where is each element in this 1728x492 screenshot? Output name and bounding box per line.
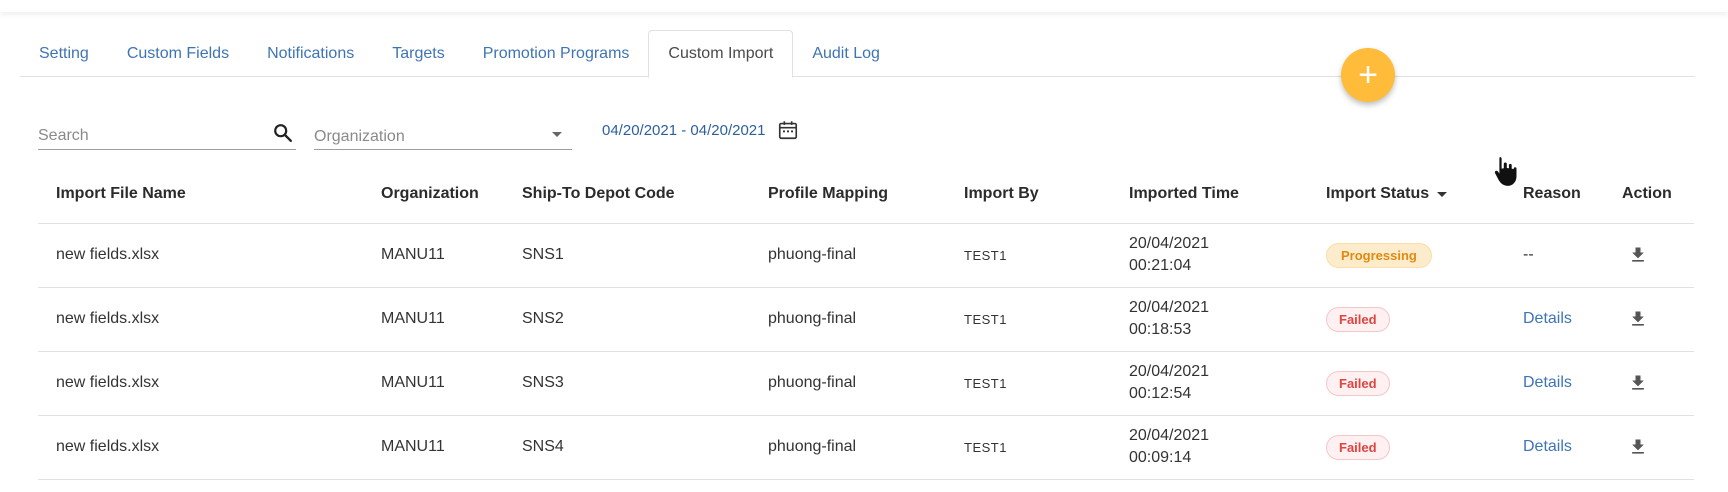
details-link[interactable]: Details — [1523, 310, 1572, 327]
status-badge: Failed — [1326, 306, 1390, 332]
column-header-file-name: Import File Name — [38, 166, 363, 224]
sort-caret-icon[interactable] — [1437, 191, 1448, 197]
tab-custom-import[interactable]: Custom Import — [648, 30, 794, 78]
cell-depot-code: SNS4 — [504, 415, 750, 480]
cell-import-status: Failed — [1308, 415, 1505, 480]
table-header-row: Import File Name Organization Ship-To De… — [38, 166, 1694, 224]
cell-imported-time: 20/04/2021 00:18:53 — [1111, 287, 1308, 352]
column-header-organization: Organization — [363, 166, 504, 224]
status-badge: Failed — [1326, 434, 1390, 460]
import-table: Import File Name Organization Ship-To De… — [38, 166, 1694, 480]
search-field — [38, 118, 296, 150]
cell-import-status: Failed — [1308, 351, 1505, 416]
cell-depot-code: SNS3 — [504, 351, 750, 416]
date-range-picker[interactable]: 04/20/2021 - 04/20/2021 — [602, 118, 799, 142]
cell-organization: MANU11 — [363, 415, 504, 480]
cell-reason: Details — [1505, 351, 1604, 416]
cell-depot-code: SNS1 — [504, 223, 750, 288]
imported-date: 20/04/2021 — [1129, 363, 1210, 380]
chevron-down-icon — [552, 132, 562, 137]
column-header-action: Action — [1604, 166, 1694, 224]
search-icon[interactable] — [272, 122, 294, 144]
top-app-bar — [0, 0, 1728, 12]
download-icon[interactable] — [1628, 372, 1648, 394]
cell-reason: Details — [1505, 287, 1604, 352]
cell-import-by: TEST1 — [946, 223, 1111, 288]
cell-file-name: new fields.xlsx — [38, 287, 363, 352]
column-header-import-status[interactable]: Import Status — [1308, 166, 1505, 224]
cell-profile-mapping: phuong-final — [750, 351, 946, 416]
details-link[interactable]: Details — [1523, 438, 1572, 455]
imported-time: 00:21:04 — [1129, 257, 1192, 274]
download-icon[interactable] — [1628, 244, 1648, 266]
download-icon[interactable] — [1628, 308, 1648, 330]
cell-import-by: TEST1 — [946, 287, 1111, 352]
table-row: new fields.xlsx MANU11 SNS1 phuong-final… — [38, 223, 1694, 288]
imported-time: 00:09:14 — [1129, 449, 1192, 466]
column-header-depot-code: Ship-To Depot Code — [504, 166, 750, 224]
column-header-imported-time: Imported Time — [1111, 166, 1308, 224]
cell-action — [1604, 223, 1694, 288]
cell-profile-mapping: phuong-final — [750, 287, 946, 352]
tab-promotion-programs[interactable]: Promotion Programs — [464, 30, 649, 77]
download-icon[interactable] — [1628, 436, 1648, 458]
imported-date: 20/04/2021 — [1129, 235, 1210, 252]
organization-select-placeholder: Organization — [314, 128, 405, 145]
cell-import-status: Failed — [1308, 287, 1505, 352]
imported-date: 20/04/2021 — [1129, 427, 1210, 444]
cell-imported-time: 20/04/2021 00:09:14 — [1111, 415, 1308, 480]
table-row: new fields.xlsx MANU11 SNS2 phuong-final… — [38, 287, 1694, 352]
cell-file-name: new fields.xlsx — [38, 351, 363, 416]
cell-organization: MANU11 — [363, 351, 504, 416]
column-header-profile-mapping: Profile Mapping — [750, 166, 946, 224]
cell-reason: -- — [1505, 223, 1604, 288]
imported-time: 00:18:53 — [1129, 321, 1192, 338]
organization-select[interactable]: Organization — [314, 118, 572, 150]
cell-file-name: new fields.xlsx — [38, 415, 363, 480]
plus-icon: + — [1358, 56, 1378, 94]
cell-action — [1604, 351, 1694, 416]
cell-file-name: new fields.xlsx — [38, 223, 363, 288]
tab-notifications[interactable]: Notifications — [248, 30, 373, 77]
cell-import-by: TEST1 — [946, 351, 1111, 416]
add-import-button[interactable]: + — [1341, 48, 1395, 102]
cell-imported-time: 20/04/2021 00:12:54 — [1111, 351, 1308, 416]
cell-reason: Details — [1505, 415, 1604, 480]
table-row: new fields.xlsx MANU11 SNS3 phuong-final… — [38, 351, 1694, 416]
cell-depot-code: SNS2 — [504, 287, 750, 352]
cell-action — [1604, 287, 1694, 352]
search-input[interactable] — [38, 118, 258, 148]
cell-profile-mapping: phuong-final — [750, 223, 946, 288]
imported-date: 20/04/2021 — [1129, 299, 1210, 316]
status-badge: Failed — [1326, 370, 1390, 396]
cell-import-status: Progressing — [1308, 223, 1505, 288]
tab-audit-log[interactable]: Audit Log — [793, 30, 899, 77]
tab-setting[interactable]: Setting — [20, 30, 108, 77]
hand-cursor-icon — [1493, 155, 1518, 188]
tab-targets[interactable]: Targets — [373, 30, 463, 77]
imported-time: 00:12:54 — [1129, 385, 1192, 402]
column-header-import-by: Import By — [946, 166, 1111, 224]
table-row: new fields.xlsx MANU11 SNS4 phuong-final… — [38, 415, 1694, 480]
calendar-icon[interactable] — [777, 119, 799, 141]
date-range-value: 04/20/2021 - 04/20/2021 — [602, 121, 766, 139]
cell-action — [1604, 415, 1694, 480]
cell-imported-time: 20/04/2021 00:21:04 — [1111, 223, 1308, 288]
status-badge: Progressing — [1326, 242, 1432, 268]
details-link[interactable]: Details — [1523, 374, 1572, 391]
import-status-header-label: Import Status — [1326, 185, 1430, 203]
custom-import-page: Setting Custom Fields Notifications Targ… — [0, 0, 1728, 492]
cell-organization: MANU11 — [363, 287, 504, 352]
tab-custom-fields[interactable]: Custom Fields — [108, 30, 248, 77]
cell-organization: MANU11 — [363, 223, 504, 288]
cell-import-by: TEST1 — [946, 415, 1111, 480]
settings-tabs: Setting Custom Fields Notifications Targ… — [20, 30, 1695, 78]
cell-profile-mapping: phuong-final — [750, 415, 946, 480]
